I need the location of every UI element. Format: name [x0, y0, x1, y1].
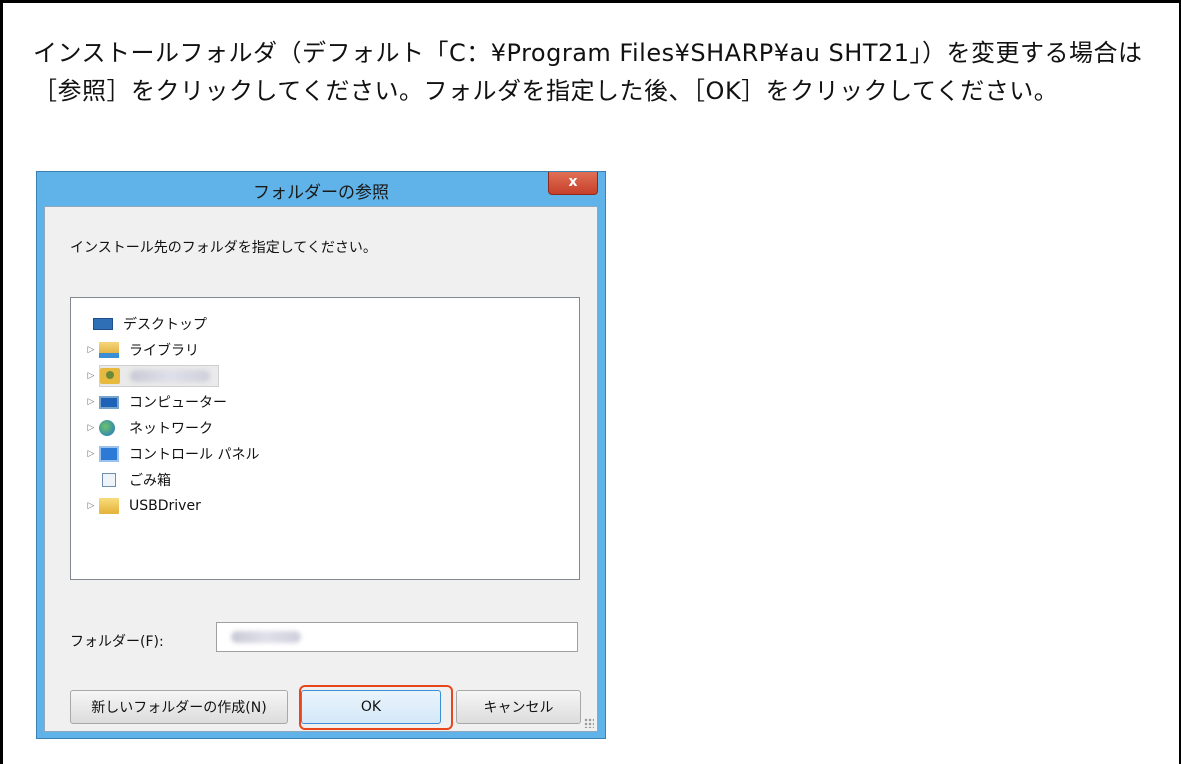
- dialog-title: フォルダーの参照: [253, 183, 389, 203]
- instruction-text: インストールフォルダ（デフォルト「C：¥Program Files¥SHARP¥…: [33, 39, 1143, 105]
- folder-name-input[interactable]: [216, 622, 578, 652]
- tree-item-control-panel[interactable]: ▷ コントロール パネル: [83, 442, 259, 466]
- tree-item-label: コンピューター: [129, 395, 227, 411]
- computer-icon: [99, 395, 119, 409]
- new-folder-button[interactable]: 新しいフォルダーの作成(N): [70, 690, 288, 724]
- tree-item-label: ごみ箱: [129, 473, 171, 489]
- cancel-button[interactable]: キャンセル: [456, 690, 581, 724]
- tree-item-recycle-bin[interactable]: ごみ箱: [83, 468, 171, 492]
- folder-icon: [99, 498, 119, 514]
- dialog-client-area: インストール先のフォルダを指定してください。 デスクトップ ▷ ライブラリ ▷: [44, 206, 598, 732]
- dialog-titlebar: フォルダーの参照 x: [37, 172, 605, 206]
- expand-arrow-icon[interactable]: ▷: [83, 501, 99, 511]
- close-icon: x: [568, 174, 578, 190]
- tree-item-usbdriver[interactable]: ▷ USBDriver: [83, 494, 201, 518]
- close-button[interactable]: x: [548, 172, 598, 195]
- tree-item-label: USBDriver: [129, 498, 201, 514]
- expand-arrow-icon[interactable]: ▷: [83, 449, 99, 459]
- tree-item-network[interactable]: ▷ ネットワーク: [83, 416, 213, 440]
- network-icon: [99, 420, 115, 436]
- expand-arrow-icon[interactable]: ▷: [83, 397, 99, 407]
- tree-item-user[interactable]: ▷: [83, 364, 219, 388]
- tree-item-library[interactable]: ▷ ライブラリ: [83, 338, 199, 362]
- redacted-user-name: [130, 370, 210, 382]
- browse-folder-dialog: フォルダーの参照 x インストール先のフォルダを指定してください。 デスクトップ…: [36, 171, 606, 739]
- library-icon: [99, 342, 119, 358]
- tree-item-label: コントロール パネル: [129, 447, 260, 463]
- redacted-folder-value: [231, 631, 301, 643]
- folder-tree[interactable]: デスクトップ ▷ ライブラリ ▷ ▷ コンピューター ▷ ネットワーク ▷ コン…: [70, 297, 580, 580]
- tree-item-computer[interactable]: ▷ コンピューター: [83, 390, 227, 414]
- tree-item-label: ライブラリ: [129, 343, 199, 359]
- user-folder-icon: [100, 368, 120, 384]
- expand-arrow-icon[interactable]: ▷: [83, 423, 99, 433]
- recycle-bin-icon: [102, 473, 116, 487]
- dialog-prompt: インストール先のフォルダを指定してください。: [70, 240, 377, 256]
- control-panel-icon: [99, 446, 119, 462]
- folder-field-label: フォルダー(F):: [70, 634, 164, 650]
- tree-item-desktop[interactable]: デスクトップ: [77, 312, 207, 336]
- selected-highlight: [99, 365, 219, 387]
- desktop-icon: [93, 318, 113, 330]
- tree-item-label: ネットワーク: [129, 421, 213, 437]
- expand-arrow-icon[interactable]: ▷: [83, 371, 99, 381]
- tree-item-label: デスクトップ: [123, 317, 207, 333]
- resize-grip-icon[interactable]: [584, 718, 594, 728]
- expand-arrow-icon[interactable]: ▷: [83, 345, 99, 355]
- ok-button-highlight: [299, 685, 453, 730]
